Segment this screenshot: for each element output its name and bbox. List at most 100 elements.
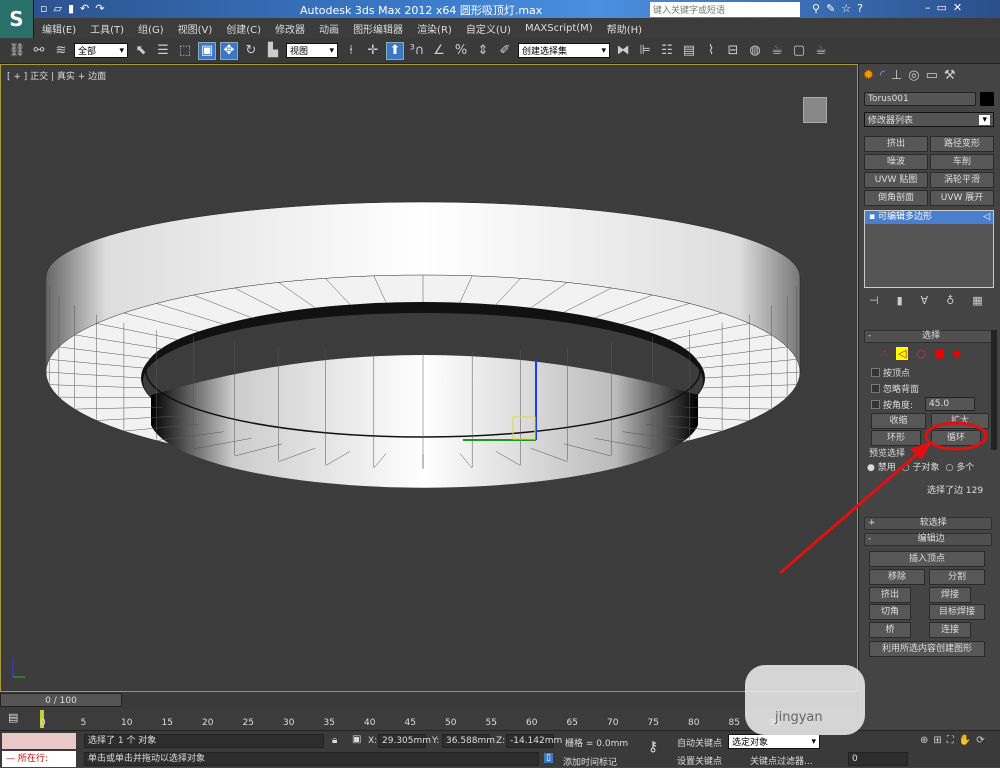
menu-group[interactable]: 组(G) [138,21,164,36]
menu-animation[interactable]: 动画 [319,21,339,36]
help-icon[interactable]: ? [857,2,863,15]
track-bar[interactable]: ▤ 051015202530354045505560657075808590 [0,708,858,730]
schematic-icon[interactable]: ⊟ [724,42,742,60]
layer-icon[interactable]: ☷ [658,42,676,60]
modifier-button[interactable]: 车削 [930,154,994,170]
menu-maxscript[interactable]: MAXScript(M) [525,23,593,34]
hierarchy-tab-icon[interactable]: ⊥ [891,68,902,83]
menu-create[interactable]: 创建(C) [226,21,261,36]
wrench-icon[interactable]: ✎ [826,2,835,15]
motion-tab-icon[interactable]: ◎ [908,68,919,83]
new-icon[interactable]: ▫ [40,2,47,15]
pivot-icon[interactable]: ⍿ [342,42,360,60]
app-logo[interactable]: S [0,0,34,38]
utilities-tab-icon[interactable]: ⚒ [944,68,956,83]
modifier-list-dropdown[interactable]: 修改器列表 ▾ [864,112,994,127]
select-by-name-icon[interactable]: ☰ [154,42,172,60]
snap-icon[interactable]: ³∩ [408,42,426,60]
chamfer-button[interactable]: 切角 [869,604,911,620]
key-mode-dropdown[interactable]: 选定对象 ▾ [728,734,820,749]
object-color-swatch[interactable] [980,92,994,106]
element-icon[interactable]: ◆ [952,347,960,360]
modifier-button[interactable]: 路径变形 [930,136,994,152]
bind-spacewarp-icon[interactable]: ≋ [52,42,70,60]
key-filters-button[interactable]: 关键点过滤器... [750,754,813,767]
zoom-icon[interactable]: ⊕ [920,735,928,746]
menu-modifiers[interactable]: 修改器 [275,21,305,36]
split-button[interactable]: 分割 [929,569,985,585]
star-icon[interactable]: ☆ [841,2,851,15]
ring-button[interactable]: 环形 [871,430,921,446]
link-icon[interactable]: ⛓ [8,42,26,60]
rotate-icon[interactable]: ↻ [242,42,260,60]
mini-curve-editor-icon[interactable]: ▤ [8,711,18,724]
menu-graph-editors[interactable]: 图形编辑器 [353,21,403,36]
redo-icon[interactable]: ↷ [95,2,104,15]
by-vertex-checkbox[interactable]: 按顶点 [871,366,910,379]
auto-key-button[interactable]: 自动关键点 [677,736,722,749]
zoom-all-icon[interactable]: ⊞ [933,735,941,746]
z-coord-field[interactable]: -14.142mm [506,734,562,748]
viewport-orthographic[interactable]: [ + ] 正交 | 真实 + 边面 [0,64,858,692]
connect-button[interactable]: 连接 [929,622,971,638]
show-end-result-icon[interactable]: ▮ [897,294,903,307]
named-selection-dropdown[interactable]: 创建选择集 ▾ [518,43,610,58]
modifier-button[interactable]: 噪波 [864,154,928,170]
render-setup-icon[interactable]: ☕ [768,42,786,60]
create-tab-icon[interactable]: ✹ [863,68,874,83]
object-name-field[interactable]: Torus001 [864,92,976,106]
percent-snap-icon[interactable]: % [452,42,470,60]
material-editor-icon[interactable]: ◍ [746,42,764,60]
time-slider-thumb[interactable]: 0 / 100 [0,693,122,707]
minimize-button[interactable]: – [925,1,931,14]
move-icon[interactable]: ✥ [220,41,238,60]
remove-button[interactable]: 移除 [869,569,925,585]
key-icon[interactable]: ⚷ [648,739,658,755]
target-weld-button[interactable]: 目标焊接 [929,604,985,620]
pin-stack-icon[interactable]: ⊣ [869,294,879,307]
menu-help[interactable]: 帮助(H) [607,21,642,36]
undo-icon[interactable]: ↶ [80,2,89,15]
stack-item-editable-poly[interactable]: ▪ 可编辑多边形 ◁ [865,211,993,224]
extrude-button[interactable]: 挤出 [869,587,911,603]
set-key-button[interactable]: 设置关键点 [677,754,722,767]
x-coord-field[interactable]: 29.305mm [378,734,431,748]
lock-icon[interactable]: 🔒︎ [332,735,337,746]
save-icon[interactable]: ▮ [68,2,74,15]
edit-edges-rollout-header[interactable]: - 编辑边 [864,533,992,546]
modify-tab-icon[interactable]: ◜ [880,68,885,83]
remove-modifier-icon[interactable]: ♁ [946,294,954,307]
menu-rendering[interactable]: 渲染(R) [417,21,452,36]
render-frame-icon[interactable]: ▢ [790,42,808,60]
selection-rollout-header[interactable]: - 选择 [864,330,992,343]
add-time-tag[interactable]: 添加时间标记 [563,755,617,768]
reference-coord-dropdown[interactable]: 视图 ▾ [286,43,338,58]
menu-edit[interactable]: 编辑(E) [42,21,76,36]
torus-object[interactable] [1,65,859,693]
align-icon[interactable]: ⊫ [636,42,654,60]
maximize-button[interactable]: ▭ [937,1,947,14]
loop-button[interactable]: 循环 [931,430,981,446]
maxscript-line[interactable]: — 所在行: [2,751,76,767]
time-slider[interactable]: 0 / 100 [0,692,858,708]
window-crossing-icon[interactable]: ▣ [198,41,216,60]
polygon-icon[interactable]: ■ [934,347,944,360]
angle-snap-icon[interactable]: ∠ [430,42,448,60]
modifier-button[interactable]: 倒角剖面 [864,190,928,206]
close-button[interactable]: ✕ [953,1,962,14]
select-object-icon[interactable]: ⬉ [132,42,150,60]
create-shape-button[interactable]: 利用所选内容创建图形 [869,641,985,657]
panel-scrollbar[interactable] [991,330,997,450]
current-frame-field[interactable]: 0 [848,752,908,766]
menu-tools[interactable]: 工具(T) [90,21,124,36]
configure-sets-icon[interactable]: ▦ [972,294,982,307]
modifier-button[interactable]: 涡轮平滑 [930,172,994,188]
edge-mode-icon[interactable]: ◁ [896,347,909,360]
quick-access-toolbar[interactable]: ▫ ▱ ▮ ↶ ↷ [40,2,104,15]
menu-customize[interactable]: 自定义(U) [466,21,511,36]
border-icon[interactable]: ○ [916,347,926,360]
shrink-button[interactable]: 收缩 [871,413,926,429]
rect-selection-icon[interactable]: ⬚ [176,42,194,60]
weld-button[interactable]: 焊接 [929,587,971,603]
insert-vertex-button[interactable]: 插入顶点 [869,551,985,567]
